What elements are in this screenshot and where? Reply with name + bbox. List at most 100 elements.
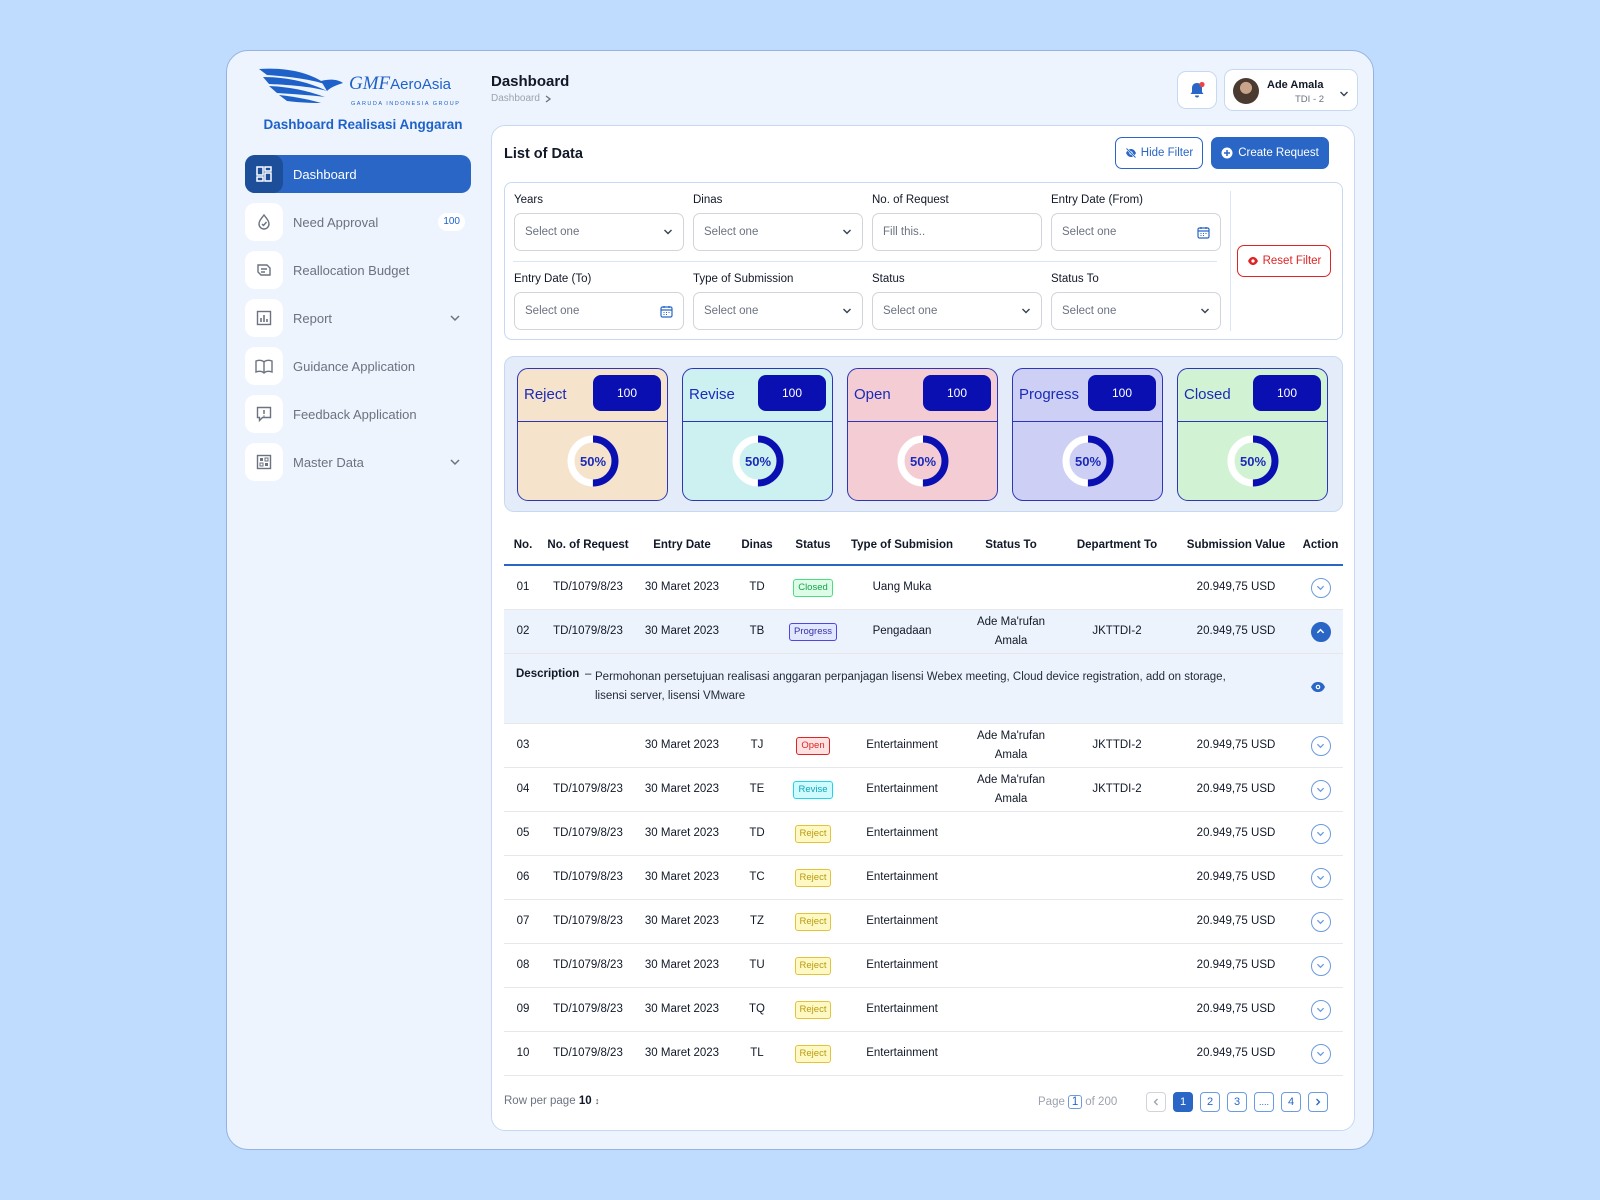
sidebar-item-reallocation-budget[interactable]: Reallocation Budget bbox=[245, 251, 471, 289]
dinas-select[interactable]: Select one bbox=[693, 213, 863, 251]
table-row[interactable]: 01 TD/1079/8/23 30 Maret 2023 TD Closed Uang … bbox=[504, 566, 1343, 610]
app-window: GMFAeroAsia GARUDA INDONESIA GROUP Dashb… bbox=[226, 50, 1374, 1150]
stat-card-progress[interactable]: Progress 100 50% bbox=[1012, 368, 1163, 501]
cell-request-number: TD/1079/8/23 bbox=[553, 871, 623, 884]
stat-card-revise[interactable]: Revise 100 50% bbox=[682, 368, 833, 501]
cell-request-number: TD/1079/8/23 bbox=[553, 783, 623, 796]
table-row[interactable]: 06 TD/1079/8/23 30 Maret 2023 TC Reject Enter… bbox=[504, 856, 1343, 900]
page-ellipsis[interactable]: .... bbox=[1254, 1092, 1274, 1112]
cell-department-to: JKTTDI-2 bbox=[1092, 783, 1142, 796]
page-button-2[interactable]: 2 bbox=[1200, 1092, 1220, 1112]
breadcrumb-item[interactable]: Dashboard bbox=[491, 93, 540, 104]
page-button-3[interactable]: 3 bbox=[1227, 1092, 1247, 1112]
cell-status-to bbox=[962, 1032, 1060, 1075]
sidebar-item-report[interactable]: Report bbox=[245, 299, 471, 337]
cell-status: Reject bbox=[784, 988, 842, 1031]
chevron-down-icon bbox=[843, 308, 851, 314]
type-of-submission-select[interactable]: Select one bbox=[693, 292, 863, 330]
sidebar-item-master-data[interactable]: Master Data bbox=[245, 443, 471, 481]
cell-no: 07 bbox=[516, 915, 530, 928]
stat-card-reject[interactable]: Reject 100 50% bbox=[517, 368, 668, 501]
sidebar-item-dashboard[interactable]: Dashboard bbox=[245, 155, 471, 193]
filter-panel: Years Select one Dinas Select one No. of… bbox=[504, 182, 1343, 340]
notification-button[interactable] bbox=[1177, 71, 1217, 109]
entry-date-from-picker[interactable]: Select one bbox=[1051, 213, 1221, 251]
expand-row-button[interactable] bbox=[1310, 999, 1331, 1020]
column-header: Action bbox=[1302, 538, 1339, 551]
stat-count: 100 bbox=[593, 375, 661, 411]
status-badge: Closed bbox=[793, 578, 833, 597]
stat-count: 100 bbox=[758, 375, 826, 411]
bell-icon bbox=[1190, 81, 1205, 98]
cell-dinas: TL bbox=[750, 1047, 764, 1060]
table-row[interactable]: 07 TD/1079/8/23 30 Maret 2023 TZ Reject Enter… bbox=[504, 900, 1343, 944]
expand-row-button[interactable] bbox=[1310, 823, 1331, 844]
user-menu[interactable]: Ade Amala TDI - 2 bbox=[1224, 69, 1358, 111]
cell-department-to: JKTTDI-2 bbox=[1092, 739, 1142, 752]
expand-row-button[interactable] bbox=[1310, 1043, 1331, 1064]
cell-department-to bbox=[1060, 900, 1174, 943]
view-detail-button[interactable] bbox=[1310, 679, 1326, 698]
column-header: No. of Request bbox=[547, 538, 629, 551]
stat-percent: 50% bbox=[579, 453, 607, 469]
cell-status-to: Ade Ma'rufan Amala bbox=[976, 730, 1046, 761]
expand-row-button[interactable] bbox=[1310, 911, 1331, 932]
reset-filter-button[interactable]: Reset Filter bbox=[1237, 245, 1331, 277]
cell-department-to bbox=[1060, 988, 1174, 1031]
status-to-select[interactable]: Select one bbox=[1051, 292, 1221, 330]
stat-card-closed[interactable]: Closed 100 50% bbox=[1177, 368, 1328, 501]
user-name: Ade Amala bbox=[1267, 79, 1324, 91]
hide-filter-button[interactable]: Hide Filter bbox=[1115, 137, 1203, 169]
cell-entry-date: 30 Maret 2023 bbox=[644, 581, 720, 594]
breadcrumb: Dashboard bbox=[491, 93, 552, 104]
sidebar-item-need-approval[interactable]: Need Approval 100 bbox=[245, 203, 471, 241]
cell-no: 03 bbox=[516, 739, 530, 752]
table-row[interactable]: 09 TD/1079/8/23 30 Maret 2023 TQ Reject Enter… bbox=[504, 988, 1343, 1032]
cell-status: Reject bbox=[784, 1032, 842, 1075]
sidebar-item-guidance-application[interactable]: Guidance Application bbox=[245, 347, 471, 385]
table-row[interactable]: 05 TD/1079/8/23 30 Maret 2023 TD Reject Enter… bbox=[504, 812, 1343, 856]
cell-submission-value: 20.949,75 USD bbox=[1196, 739, 1276, 752]
expand-row-button[interactable] bbox=[1310, 955, 1331, 976]
calendar-icon bbox=[660, 305, 673, 318]
sidebar-item-label: Feedback Application bbox=[293, 406, 417, 422]
expand-row-button[interactable] bbox=[1310, 735, 1331, 756]
expand-row-button[interactable] bbox=[1310, 577, 1331, 598]
stat-body: 50% bbox=[518, 422, 667, 500]
cell-submission-value: 20.949,75 USD bbox=[1196, 625, 1276, 638]
chevron-down-icon[interactable] bbox=[449, 311, 461, 329]
expand-row-button[interactable] bbox=[1310, 779, 1331, 800]
create-request-button[interactable]: Create Request bbox=[1211, 137, 1329, 169]
cell-status: Reject bbox=[784, 812, 842, 855]
next-page-button[interactable] bbox=[1308, 1092, 1328, 1112]
cell-request-number: TD/1079/8/23 bbox=[553, 625, 623, 638]
entry-date-to-picker[interactable]: Select one bbox=[514, 292, 684, 330]
prev-page-button[interactable] bbox=[1146, 1092, 1166, 1112]
filter-label: Entry Date (To) bbox=[514, 273, 592, 285]
sidebar-item-feedback-application[interactable]: Feedback Application bbox=[245, 395, 471, 433]
request-number-input[interactable]: Fill this.. bbox=[872, 213, 1042, 251]
status-select[interactable]: Select one bbox=[872, 292, 1042, 330]
page-button-4[interactable]: 4 bbox=[1281, 1092, 1301, 1112]
table-row[interactable]: 02 TD/1079/8/23 30 Maret 2023 TB Progress Pen… bbox=[504, 610, 1343, 654]
page-button-1[interactable]: 1 bbox=[1173, 1092, 1193, 1112]
rows-per-page[interactable]: Row per page 10 ↕ bbox=[504, 1095, 599, 1107]
stat-card-open[interactable]: Open 100 50% bbox=[847, 368, 998, 501]
cell-no: 09 bbox=[516, 1003, 530, 1016]
table-row[interactable]: 08 TD/1079/8/23 30 Maret 2023 TU Reject Enter… bbox=[504, 944, 1343, 988]
stat-name: Reject bbox=[524, 386, 567, 403]
table-row[interactable]: 04 TD/1079/8/23 30 Maret 2023 TE Revise Enter… bbox=[504, 768, 1343, 812]
cell-department-to bbox=[1060, 812, 1174, 855]
stat-body: 50% bbox=[848, 422, 997, 500]
filter-status: Status Select one bbox=[872, 273, 1042, 330]
years-select[interactable]: Select one bbox=[514, 213, 684, 251]
create-request-label: Create Request bbox=[1238, 147, 1319, 159]
cell-department-to bbox=[1060, 856, 1174, 899]
expand-row-button[interactable] bbox=[1310, 867, 1331, 888]
cell-type: Entertainment bbox=[866, 871, 938, 884]
collapse-row-button[interactable] bbox=[1310, 621, 1331, 642]
chevron-down-icon[interactable] bbox=[449, 455, 461, 473]
current-page-input[interactable]: 1 bbox=[1067, 1095, 1083, 1109]
table-row[interactable]: 10 TD/1079/8/23 30 Maret 2023 TL Reject Enter… bbox=[504, 1032, 1343, 1076]
table-row[interactable]: 03 30 Maret 2023 TJ Open Entertainment Ade Ma… bbox=[504, 724, 1343, 768]
